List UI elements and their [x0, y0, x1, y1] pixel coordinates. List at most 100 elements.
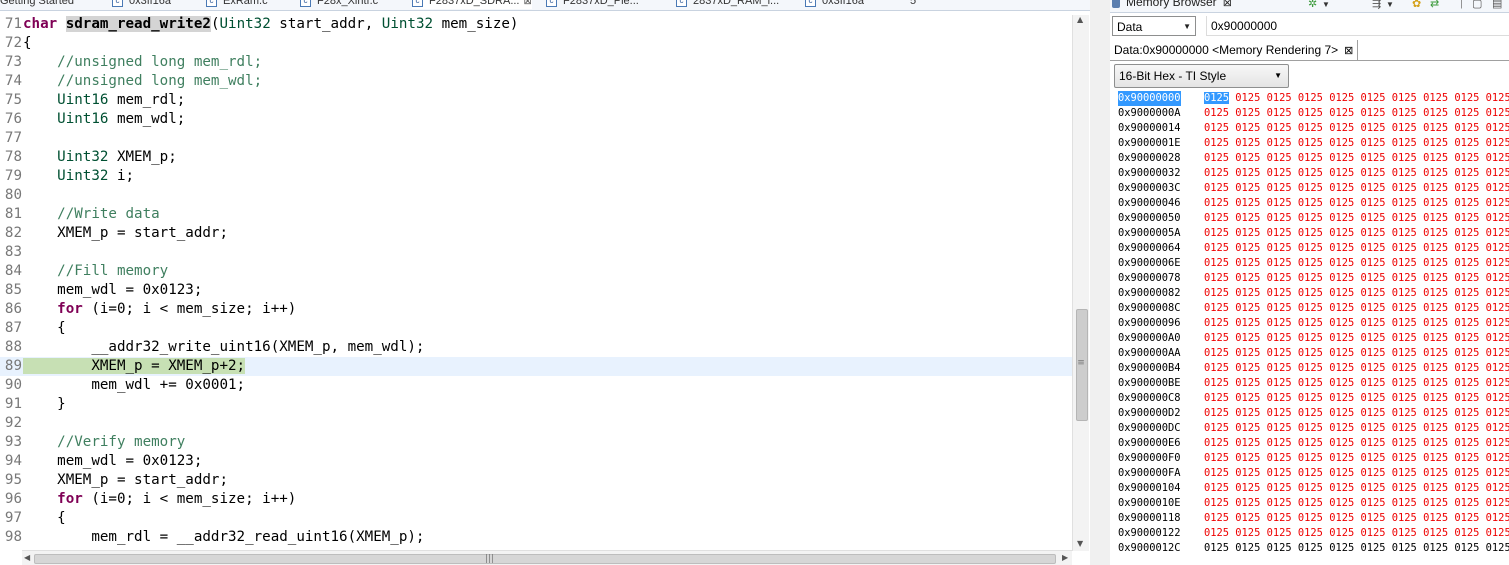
memory-cell[interactable]: 0125 — [1360, 257, 1385, 269]
address-input[interactable]: 0x90000000 — [1206, 16, 1509, 36]
memory-cell[interactable]: 0125 — [1267, 212, 1292, 224]
memory-cell[interactable]: 0125 — [1360, 302, 1385, 314]
memory-cell[interactable]: 0125 — [1204, 482, 1229, 494]
code-area[interactable]: 71 char sdram_read_write2(Uint32 start_ad… — [0, 15, 1072, 550]
memory-cell[interactable]: 0125 — [1486, 212, 1509, 224]
memory-cell[interactable]: 0125 — [1329, 302, 1354, 314]
memory-cell[interactable]: 0125 — [1454, 332, 1479, 344]
memory-cell[interactable]: 0125 — [1360, 92, 1385, 104]
memory-cell[interactable]: 0125 — [1235, 182, 1260, 194]
memory-cell[interactable]: 0125 — [1486, 512, 1509, 524]
memory-cell[interactable]: 0125 — [1392, 347, 1417, 359]
editor-horizontal-scrollbar[interactable]: ◀ ||| ▶ — [22, 550, 1072, 565]
memory-cell[interactable]: 0125 — [1486, 467, 1509, 479]
scroll-right-arrow-icon[interactable]: ▶ — [1062, 553, 1068, 562]
memory-cell[interactable]: 0125 — [1204, 137, 1229, 149]
memory-cell[interactable]: 0125 — [1486, 152, 1509, 164]
memory-cell[interactable]: 0125 — [1486, 332, 1509, 344]
memory-cell[interactable]: 0125 — [1267, 377, 1292, 389]
memory-cell[interactable]: 0125 — [1392, 92, 1417, 104]
memory-cell[interactable]: 0125 — [1329, 527, 1354, 539]
code-line[interactable]: 77 — [0, 129, 1072, 148]
memory-cell[interactable]: 0125 — [1267, 437, 1292, 449]
memory-cell[interactable]: 0125 — [1204, 362, 1229, 374]
memory-cell[interactable]: 0125 — [1267, 317, 1292, 329]
memory-cell[interactable]: 0125 — [1454, 227, 1479, 239]
memory-cell[interactable]: 0125 — [1329, 92, 1354, 104]
editor-tab[interactable]: c 0x3ff16a — [112, 0, 171, 9]
memory-cell[interactable]: 0125 — [1235, 212, 1260, 224]
memory-cell[interactable]: 0125 — [1360, 392, 1385, 404]
chevron-down-icon[interactable]: ▼ — [1386, 0, 1394, 9]
memory-cell[interactable]: 0125 — [1329, 182, 1354, 194]
memory-cell[interactable]: 0125 — [1486, 92, 1509, 104]
memory-cell[interactable]: 0125 — [1360, 317, 1385, 329]
memory-cell[interactable]: 0125 — [1392, 227, 1417, 239]
memory-row[interactable]: 0x900000A0 0125 0125 0125 0125 0125 0125 … — [1118, 331, 1509, 346]
memory-cell[interactable]: 0125 — [1267, 422, 1292, 434]
memory-cell[interactable]: 0125 — [1298, 482, 1323, 494]
memory-cell[interactable]: 0125 — [1267, 122, 1292, 134]
memory-cell[interactable]: 0125 — [1392, 137, 1417, 149]
memory-cell[interactable]: 0125 — [1204, 467, 1229, 479]
memory-cell[interactable]: 0125 — [1454, 242, 1479, 254]
memory-cell[interactable]: 0125 — [1298, 392, 1323, 404]
memory-cell[interactable]: 0125 — [1486, 497, 1509, 509]
code-editor[interactable]: Getting Started c 0x3ff16a c ExRam.c c F28x_Xi… — [0, 0, 1090, 565]
memory-cell[interactable]: 0125 — [1298, 212, 1323, 224]
memory-cell[interactable]: 0125 — [1204, 512, 1229, 524]
memory-cell[interactable]: 0125 — [1360, 287, 1385, 299]
memory-cell[interactable]: 0125 — [1392, 512, 1417, 524]
link-icon[interactable]: ✿ — [1412, 0, 1421, 10]
memory-cell[interactable]: 0125 — [1204, 152, 1229, 164]
memory-cell[interactable]: 0125 — [1204, 422, 1229, 434]
memory-cell[interactable]: 0125 — [1329, 227, 1354, 239]
memory-cell[interactable]: 0125 — [1454, 407, 1479, 419]
memory-row[interactable]: 0x9000000A 0125 0125 0125 0125 0125 0125 … — [1118, 106, 1509, 121]
memory-cell[interactable]: 0125 — [1329, 197, 1354, 209]
memory-cell[interactable]: 0125 — [1454, 272, 1479, 284]
memory-cell[interactable]: 0125 — [1454, 452, 1479, 464]
memory-cell[interactable]: 0125 — [1267, 107, 1292, 119]
memory-cell[interactable]: 0125 — [1235, 122, 1260, 134]
memory-cell[interactable]: 0125 — [1486, 392, 1509, 404]
memory-cell[interactable]: 0125 — [1360, 467, 1385, 479]
memory-cell[interactable]: 0125 — [1360, 407, 1385, 419]
memory-cell[interactable]: 0125 — [1454, 482, 1479, 494]
memory-row[interactable]: 0x900000DC 0125 0125 0125 0125 0125 0125 … — [1118, 421, 1509, 436]
memory-cell[interactable]: 0125 — [1204, 182, 1229, 194]
memory-cell[interactable]: 0125 — [1392, 182, 1417, 194]
memory-cell[interactable]: 0125 — [1267, 467, 1292, 479]
memory-cell[interactable]: 0125 — [1235, 437, 1260, 449]
memory-cell[interactable]: 0125 — [1235, 497, 1260, 509]
memory-cell[interactable]: 0125 — [1329, 212, 1354, 224]
memory-cell[interactable]: 0125 — [1392, 302, 1417, 314]
memory-cell[interactable]: 0125 — [1298, 302, 1323, 314]
memory-cell[interactable]: 0125 — [1423, 527, 1448, 539]
memory-cell[interactable]: 0125 — [1235, 332, 1260, 344]
memory-cell[interactable]: 0125 — [1298, 422, 1323, 434]
memory-cell[interactable]: 0125 — [1423, 482, 1448, 494]
memory-cell[interactable]: 0125 — [1486, 422, 1509, 434]
import-icon[interactable]: ⇶ — [1372, 0, 1381, 10]
memory-cell[interactable]: 0125 — [1235, 257, 1260, 269]
editor-tab[interactable]: c 0x3ff16a — [805, 0, 864, 9]
memory-cell[interactable]: 0125 — [1329, 542, 1354, 554]
memory-row[interactable]: 0x90000050 0125 0125 0125 0125 0125 0125 … — [1118, 211, 1509, 226]
memory-cell[interactable]: 0125 — [1486, 257, 1509, 269]
memory-cell[interactable]: 0125 — [1267, 542, 1292, 554]
memory-cell[interactable]: 0125 — [1267, 527, 1292, 539]
memory-cell[interactable]: 0125 — [1486, 407, 1509, 419]
memory-cell[interactable]: 0125 — [1423, 212, 1448, 224]
memory-cell[interactable]: 0125 — [1298, 437, 1323, 449]
memory-cell[interactable]: 0125 — [1204, 527, 1229, 539]
memory-cell[interactable]: 0125 — [1423, 497, 1448, 509]
memory-cell[interactable]: 0125 — [1360, 452, 1385, 464]
memory-row[interactable]: 0x90000046 0125 0125 0125 0125 0125 0125 … — [1118, 196, 1509, 211]
memory-row[interactable]: 0x90000118 0125 0125 0125 0125 0125 0125 … — [1118, 511, 1509, 526]
memory-cell[interactable]: 0125 — [1298, 497, 1323, 509]
memory-cell[interactable]: 0125 — [1392, 362, 1417, 374]
memory-cell[interactable]: 0125 — [1392, 407, 1417, 419]
memory-cell[interactable]: 0125 — [1204, 212, 1229, 224]
memory-cell[interactable]: 0125 — [1486, 227, 1509, 239]
